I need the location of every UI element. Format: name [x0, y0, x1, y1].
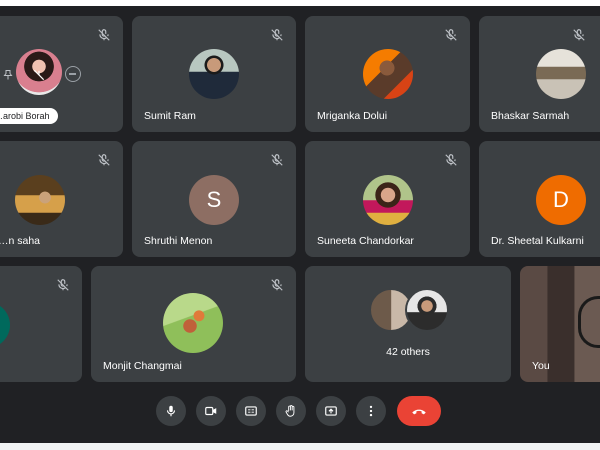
- participant-tile[interactable]: D Dr. Sheetal Kulkarni: [479, 141, 600, 257]
- avatar-letter: S: [206, 187, 222, 212]
- participant-name: Suneeta Chandorkar: [317, 235, 414, 247]
- raise-hand-button[interactable]: [276, 396, 306, 426]
- participant-name: Mriganka Dolui: [317, 110, 388, 122]
- participant-tile[interactable]: Monjit Changmai: [91, 266, 296, 382]
- mic-off-overlay-icon: [32, 68, 46, 82]
- avatar-letter: D: [553, 187, 569, 212]
- avatar: [189, 49, 239, 99]
- captions-button[interactable]: [236, 396, 266, 426]
- captions-icon: [244, 404, 258, 418]
- avatar: S: [189, 175, 239, 225]
- present-button[interactable]: [316, 396, 346, 426]
- self-view-tile[interactable]: You: [520, 266, 600, 382]
- mic-off-icon: [268, 276, 286, 294]
- window-top-edge: [0, 0, 600, 6]
- call-controls-bar: [0, 396, 600, 430]
- avatar: D: [536, 175, 586, 225]
- mic-off-icon: [442, 151, 460, 169]
- participant-name: Dr. Sheetal Kulkarni: [491, 235, 584, 247]
- avatar: [163, 293, 223, 353]
- participant-name: Bhaskar Sarmah: [491, 110, 570, 122]
- present-icon: [324, 404, 338, 418]
- participant-tile[interactable]: Bhaskar Sarmah: [479, 16, 600, 132]
- avatar: [363, 49, 413, 99]
- mic-off-icon: [54, 276, 72, 294]
- participant-tile[interactable]: Suneeta Chandorkar: [305, 141, 470, 257]
- remove-icon[interactable]: [65, 66, 81, 82]
- camera-icon: [204, 404, 218, 418]
- participant-tile[interactable]: Sumit Ram: [132, 16, 296, 132]
- participant-name: Monjit Changmai: [103, 360, 182, 372]
- pin-icon[interactable]: [2, 68, 14, 82]
- participant-tile[interactable]: Mriganka Dolui: [305, 16, 470, 132]
- headset-icon: [578, 296, 600, 348]
- mic-off-icon: [570, 26, 588, 44]
- participant-name: Shruthi Menon: [144, 235, 213, 247]
- mic-off-icon: [95, 151, 113, 169]
- avatar: [536, 49, 586, 99]
- more-options-button[interactable]: [356, 396, 386, 426]
- window-bottom-edge: [0, 443, 600, 450]
- self-label: You: [532, 360, 550, 372]
- more-vert-icon: [364, 404, 378, 418]
- participant-tile[interactable]: S Shruthi Menon: [132, 141, 296, 257]
- participant-tile[interactable]: …n saha: [0, 141, 123, 257]
- avatar: [363, 175, 413, 225]
- mic-icon: [164, 404, 178, 418]
- mic-button[interactable]: [156, 396, 186, 426]
- others-count: 42 others: [386, 346, 430, 358]
- mic-off-icon: [95, 26, 113, 44]
- participant-tile[interactable]: [0, 266, 82, 382]
- end-call-button[interactable]: [397, 396, 441, 426]
- hand-icon: [284, 404, 298, 418]
- avatar: [0, 302, 10, 348]
- mic-off-icon: [268, 151, 286, 169]
- mic-off-icon: [442, 26, 460, 44]
- avatar: [15, 175, 65, 225]
- others-tile[interactable]: 42 others: [305, 266, 511, 382]
- participant-name: Sumit Ram: [144, 110, 196, 122]
- mic-off-icon: [268, 26, 286, 44]
- participant-name: …n saha: [0, 235, 41, 247]
- call-end-icon: [410, 402, 428, 420]
- participant-name-pill: …arobi Borah: [0, 108, 58, 124]
- camera-button[interactable]: [196, 396, 226, 426]
- participant-tile[interactable]: …arobi Borah: [0, 16, 123, 132]
- avatar: [405, 288, 449, 332]
